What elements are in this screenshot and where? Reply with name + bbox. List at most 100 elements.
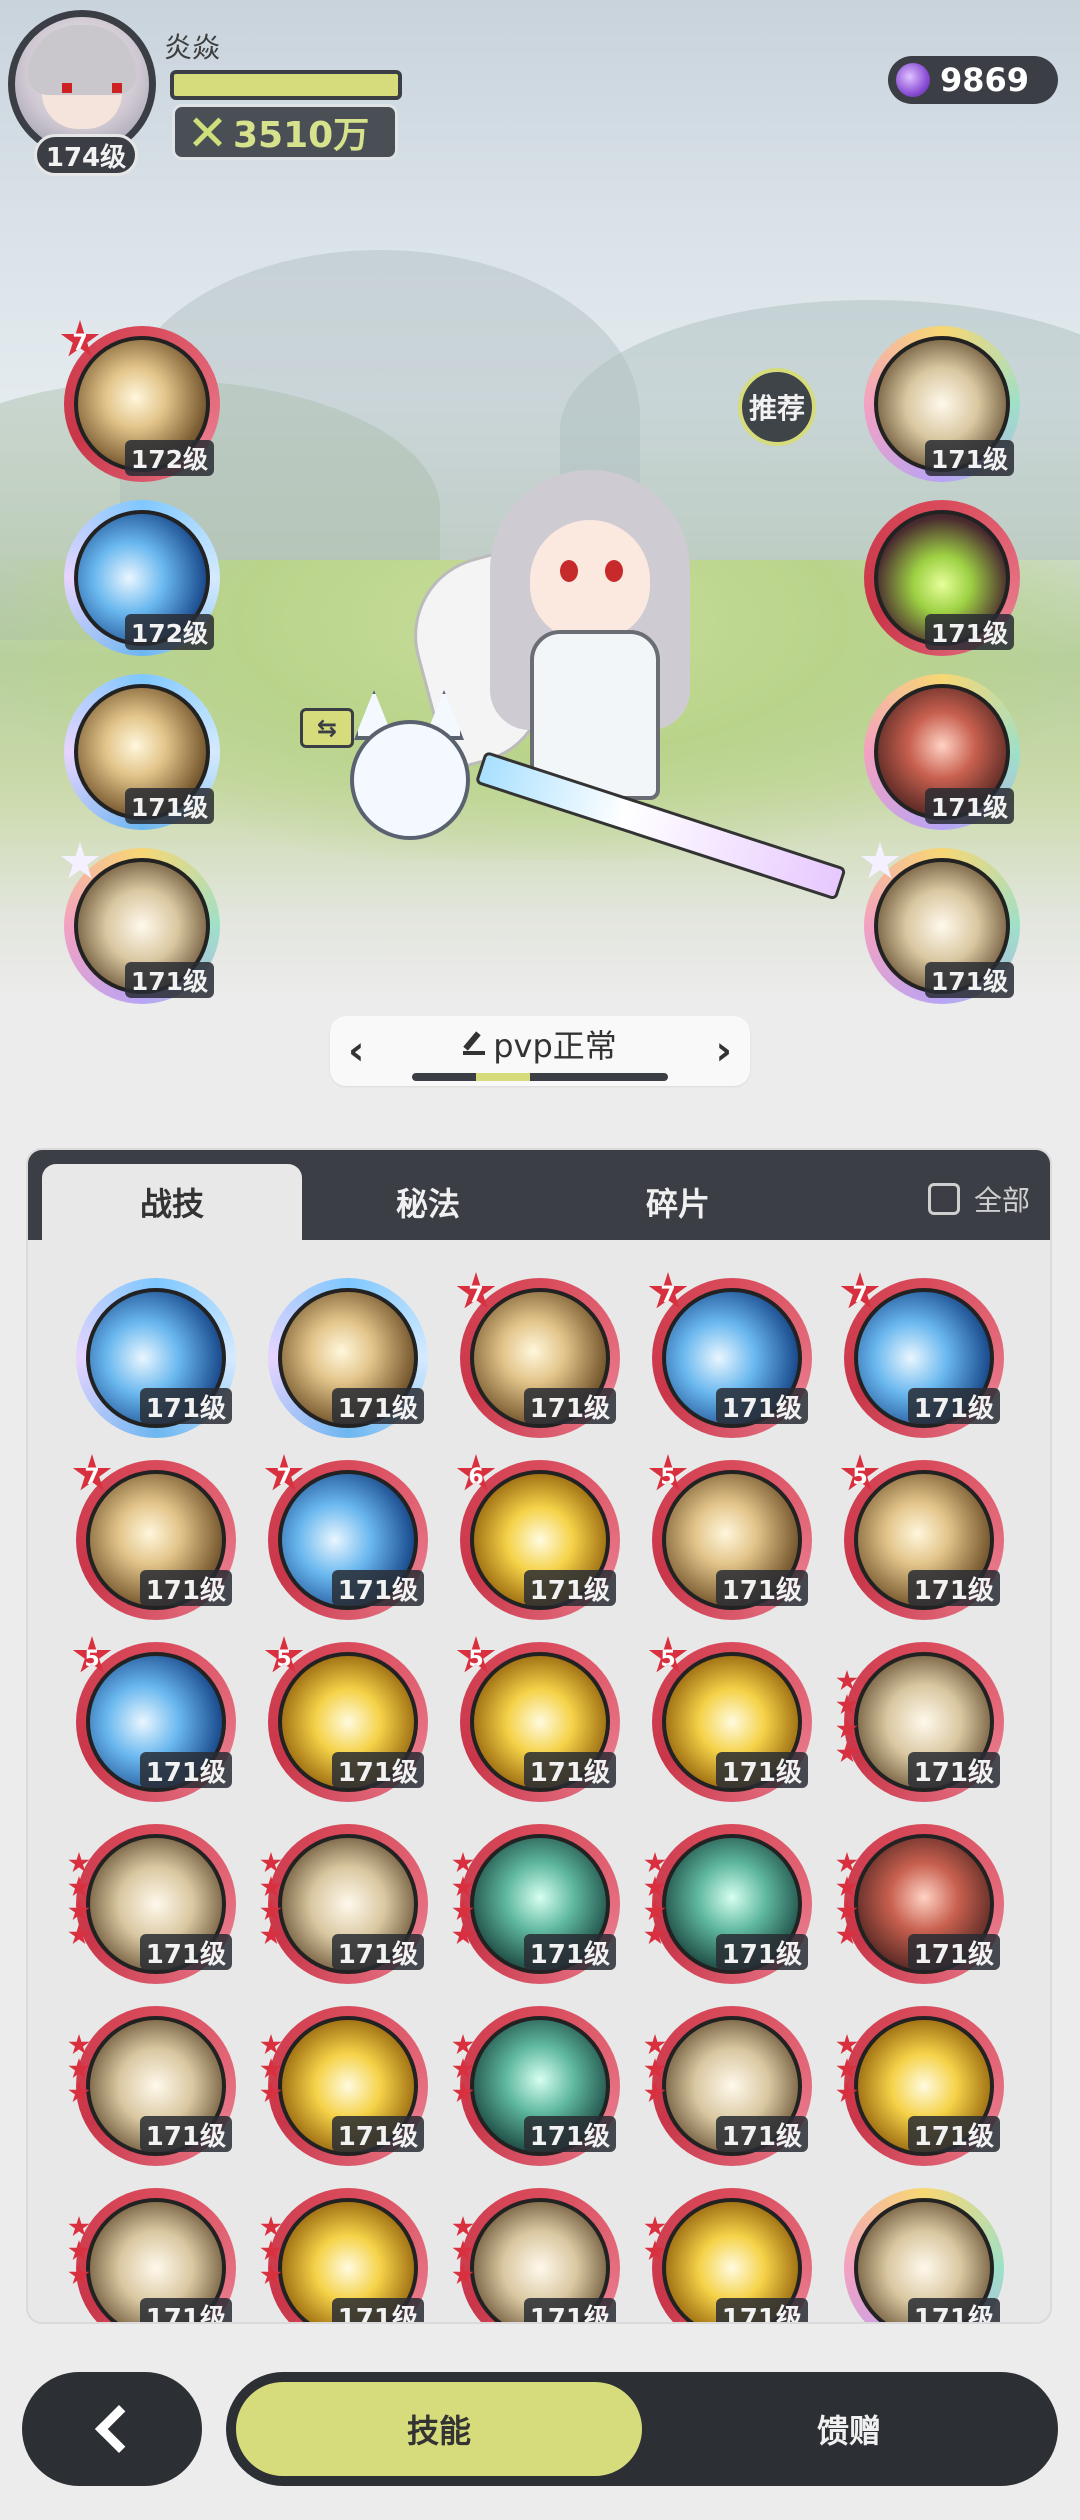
star-icon [452, 1900, 474, 1921]
skill-slot[interactable]: 171级 [860, 842, 1020, 1004]
crossed-swords-icon [189, 114, 225, 150]
show-all-toggle[interactable]: 全部 [927, 1174, 1030, 1224]
preset-prev-arrow-icon[interactable]: ‹ [348, 1028, 364, 1074]
skill-level-label: 171级 [523, 1934, 616, 1970]
back-button[interactable] [22, 2372, 202, 2486]
star-icon [260, 1900, 282, 1921]
skill-slot[interactable]: 171级 [864, 500, 1020, 656]
tab-skills[interactable]: 战技 [42, 1164, 302, 1240]
show-all-checkbox[interactable] [927, 1183, 960, 1215]
skill-slot[interactable]: 171级 5 [648, 1454, 812, 1620]
nav-skill-tab[interactable]: 技能 [232, 2378, 646, 2480]
preset-center[interactable]: pvp正常 [412, 1021, 668, 1081]
star-icon [68, 2058, 90, 2079]
skill-slot[interactable]: 171级 [68, 1824, 236, 1984]
star-icon [836, 1694, 858, 1715]
skill-slot[interactable]: 171级 7 [840, 1272, 1004, 1438]
skill-slot[interactable]: 171级 [644, 2006, 812, 2166]
star-icon [260, 2082, 282, 2103]
star-icon [836, 1670, 858, 1691]
swap-pet-icon[interactable]: ⇆ [300, 708, 354, 748]
skill-slot[interactable]: 171级 [268, 1278, 428, 1438]
preset-title: pvp正常 [463, 1021, 617, 1067]
skill-slot[interactable]: 171级 [60, 842, 220, 1004]
preset-next-arrow-icon[interactable]: › [716, 1028, 732, 1074]
star-rank-icons [68, 1852, 94, 1946]
star-icon [836, 1924, 858, 1945]
skill-slot[interactable]: 171级 [260, 1824, 428, 1984]
skill-level-label: 171级 [523, 1570, 616, 1606]
skill-slot[interactable]: 171级 [864, 674, 1020, 830]
skill-slot[interactable]: 171级 5 [264, 1636, 428, 1802]
skill-slot[interactable]: 171级 5 [456, 1636, 620, 1802]
skill-slot[interactable]: 171级 5 [648, 1636, 812, 1802]
star-icon [68, 2264, 90, 2285]
star-icon [260, 2058, 282, 2079]
skill-level-label: 171级 [715, 2298, 808, 2322]
skill-level-label: 171级 [924, 440, 1014, 476]
skill-slot[interactable]: 171级 [644, 1824, 812, 1984]
skill-level-label: 171级 [715, 1934, 808, 1970]
skill-slot[interactable]: 171级 [64, 674, 220, 830]
star-icon [260, 2034, 282, 2055]
back-arrow-icon [94, 2404, 144, 2454]
star-icon [452, 1852, 474, 1873]
skill-slot[interactable]: 171级 [452, 1824, 620, 1984]
skill-slot[interactable]: 171级 [864, 326, 1020, 482]
star-icon [68, 2216, 90, 2237]
star-icon [260, 1852, 282, 1873]
tab-secret-arts[interactable]: 秘法 [318, 1164, 538, 1240]
pet-companion[interactable] [340, 690, 480, 860]
nav-gift-tab[interactable]: 馈赠 [646, 2378, 1052, 2480]
character-eye [560, 560, 578, 582]
skill-slot[interactable]: 171级 7 [648, 1272, 812, 1438]
skill-slot[interactable]: 171级 [644, 2188, 812, 2322]
skill-slot[interactable]: 171级 5 [72, 1636, 236, 1802]
skill-slot[interactable]: 172级 [64, 500, 220, 656]
player-avatar[interactable]: 174级 [8, 10, 158, 176]
skill-slot[interactable]: 171级 [836, 1642, 1004, 1802]
skill-level-label: 171级 [523, 1388, 616, 1424]
recommend-button[interactable]: 推荐 [738, 368, 816, 446]
skill-level-label: 172级 [124, 614, 214, 650]
tab-fragments[interactable]: 碎片 [568, 1164, 788, 1240]
skill-slot[interactable]: 171级 [260, 2006, 428, 2166]
pencil-icon [463, 1033, 486, 1055]
skill-level-label: 171级 [331, 1570, 424, 1606]
skill-slot[interactable]: 171级 [68, 2006, 236, 2166]
skill-slot[interactable]: 171级 [260, 2188, 428, 2322]
star-rank-icons [452, 1852, 478, 1946]
skill-slot[interactable]: 171级 7 [264, 1454, 428, 1620]
star-rank-icons [836, 1852, 862, 1946]
skill-grid: 171级 171级 171级 7 171级 7 171级 7 171级 7 171级 7 171级 6 17… [28, 1240, 1050, 2322]
player-name: 炎焱 [164, 31, 221, 64]
star-rank-icons [836, 1670, 862, 1764]
skill-slot[interactable]: 171级 [452, 2006, 620, 2166]
star-icon [452, 2034, 474, 2055]
hero-character[interactable] [396, 450, 847, 901]
skill-slot[interactable]: 171级 7 [72, 1454, 236, 1620]
star-icon [644, 1876, 666, 1897]
star-icon [836, 2058, 858, 2079]
skill-slot[interactable]: 171级 5 [840, 1454, 1004, 1620]
skill-slot[interactable]: 172级 7 [60, 320, 220, 482]
skill-slot[interactable]: 171级 [844, 2188, 1004, 2322]
skill-slot[interactable]: 171级 [836, 2006, 1004, 2166]
skill-slot[interactable]: 171级 [452, 2188, 620, 2322]
star-rank-icons [68, 2216, 94, 2286]
skill-slot[interactable]: 171级 6 [456, 1454, 620, 1620]
skill-slot[interactable]: 171级 [836, 1824, 1004, 1984]
skill-level-label: 171级 [715, 1388, 808, 1424]
star-icon [260, 2264, 282, 2285]
skill-slot[interactable]: 171级 7 [456, 1272, 620, 1438]
skill-slot[interactable]: 171级 [76, 1278, 236, 1438]
star-icon [260, 1924, 282, 1945]
star-icon [68, 2240, 90, 2261]
gem-currency[interactable]: 9869 [888, 56, 1058, 104]
star-icon [68, 1876, 90, 1897]
skill-level-label: 171级 [139, 1934, 232, 1970]
skill-level-label: 171级 [523, 1752, 616, 1788]
skill-slot[interactable]: 171级 [68, 2188, 236, 2322]
star-icon [68, 2034, 90, 2055]
star-icon [836, 1900, 858, 1921]
